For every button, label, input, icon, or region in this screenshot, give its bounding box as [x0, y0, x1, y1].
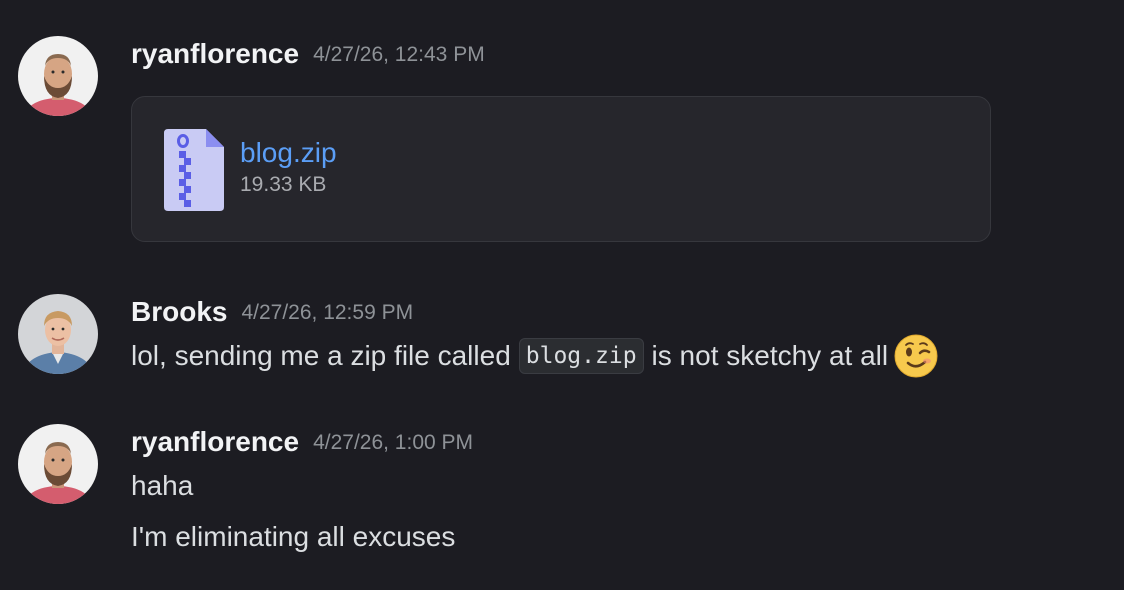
avatar-photo-brooks — [18, 294, 98, 374]
message-text: lol, sending me a zip file called — [131, 340, 511, 371]
message-header: Brooks 4/27/26, 12:59 PM — [131, 296, 413, 328]
file-attachment[interactable]: blog.zip 19.33 KB — [131, 96, 991, 242]
message-text: is not sketchy at all — [651, 340, 889, 371]
username[interactable]: ryanflorence — [131, 38, 299, 69]
timestamp: 4/27/26, 1:00 PM — [313, 431, 474, 454]
inline-code: blog.zip — [518, 338, 644, 374]
timestamp: 4/27/26, 12:59 PM — [241, 301, 414, 324]
avatar-photo-ryanflorence — [18, 424, 98, 504]
avatar[interactable] — [18, 294, 98, 374]
message-header: ryanflorence 4/27/26, 1:00 PM — [131, 426, 473, 458]
avatar-photo-ryanflorence — [18, 36, 98, 116]
message-list: ryanflorence 4/27/26, 12:43 PM blog.zip 1… — [0, 0, 1124, 590]
zip-file-icon — [164, 129, 224, 211]
file-size: 19.33 KB — [240, 173, 327, 196]
username[interactable]: Brooks — [131, 296, 227, 327]
winking-face-emoji — [894, 334, 938, 378]
message-header: ryanflorence 4/27/26, 12:43 PM — [131, 38, 485, 70]
timestamp: 4/27/26, 12:43 PM — [313, 43, 485, 66]
avatar[interactable] — [18, 424, 98, 504]
username[interactable]: ryanflorence — [131, 426, 299, 457]
message-content: lol, sending me a zip file called blog.z… — [131, 334, 938, 378]
avatar[interactable] — [18, 36, 98, 116]
message-text: I'm eliminating all excuses — [131, 521, 456, 552]
message-text: haha — [131, 470, 194, 501]
file-name-link[interactable]: blog.zip — [240, 137, 337, 169]
